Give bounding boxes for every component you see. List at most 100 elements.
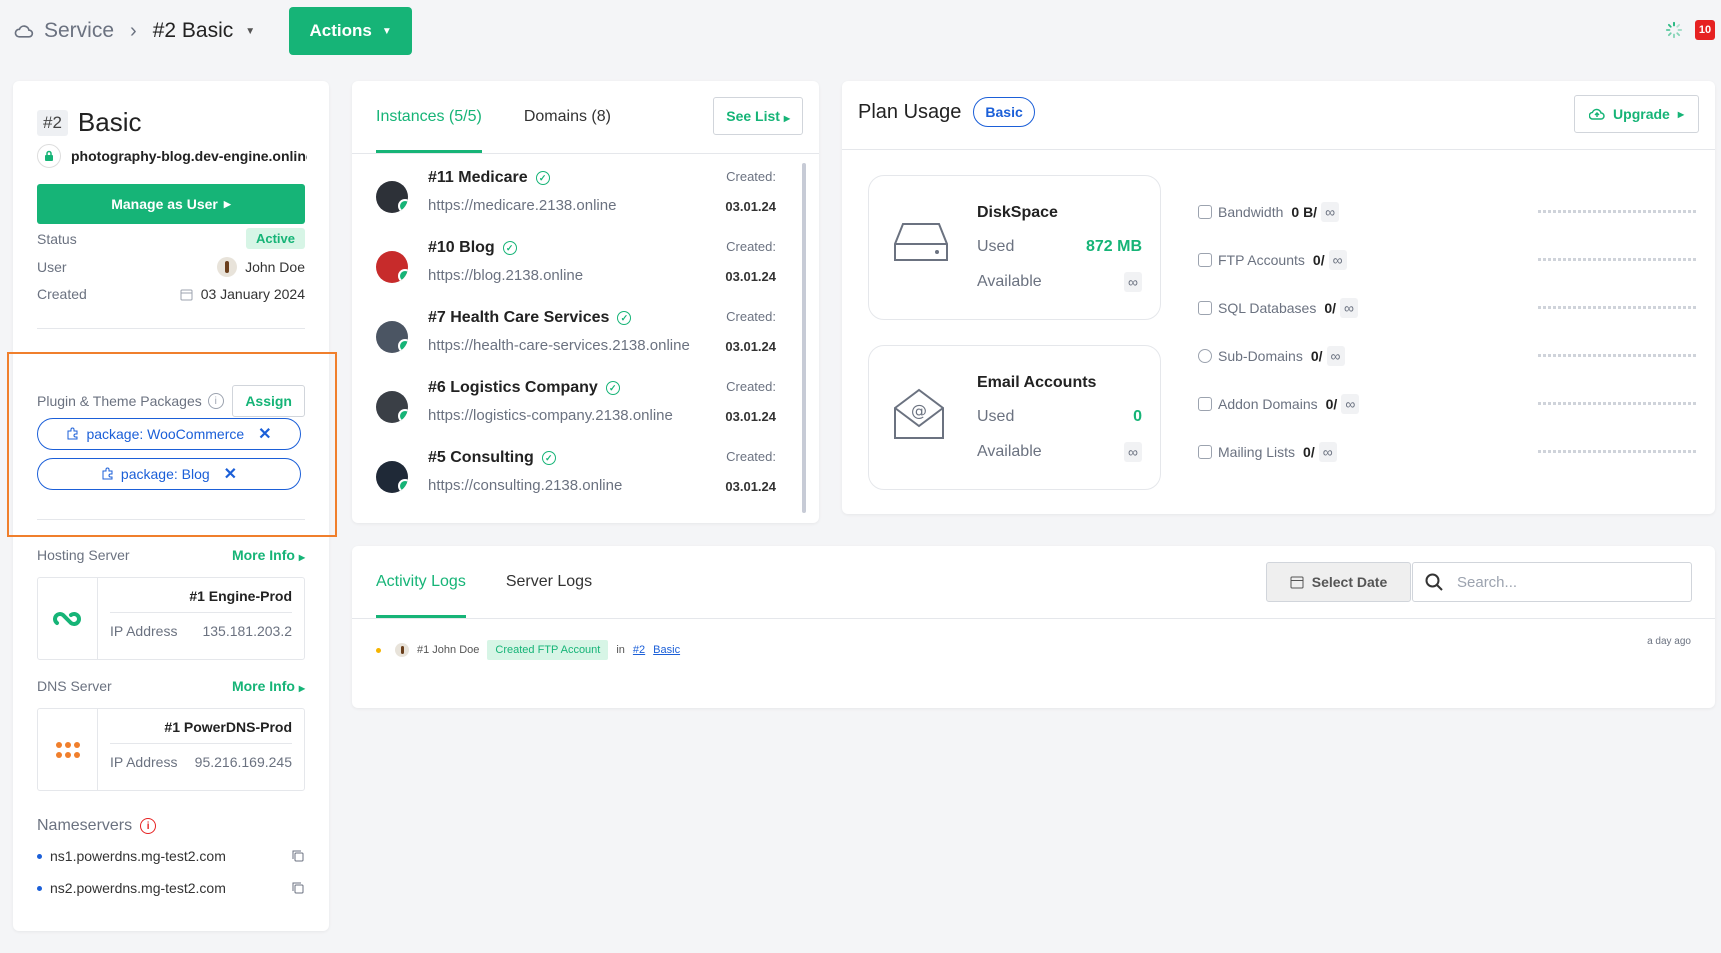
powerdns-logo-icon [38, 709, 98, 790]
dns-server-card[interactable]: #1 PowerDNS-Prod IP Address 95.216.169.24… [37, 708, 305, 791]
status-label: Status [37, 230, 77, 247]
instance-url[interactable]: https://logistics-company.2138.online [428, 407, 703, 424]
diskspace-card: DiskSpace Used 872 MB Available ∞ [868, 175, 1161, 320]
user-name[interactable]: John Doe [245, 259, 305, 275]
service-domain[interactable]: photography-blog.dev-engine.online [37, 144, 307, 168]
instance-row[interactable]: #11 Medicare ✓ https://medicare.2138.onli… [376, 169, 776, 229]
created-label: Created: [726, 449, 776, 464]
puzzle-icon [102, 467, 113, 480]
more-info-link[interactable]: More Info ▶ [232, 547, 305, 563]
package-pill-woocommerce[interactable]: package: WooCommerce ✕ [37, 418, 301, 450]
created-row: Created 03 January 2024 [37, 286, 305, 302]
actions-button[interactable]: Actions ▼ [289, 7, 413, 55]
bullet-icon [37, 853, 42, 859]
tab-activity-logs[interactable]: Activity Logs [376, 546, 466, 618]
assign-button[interactable]: Assign [232, 385, 305, 417]
logs-panel: Activity Logs Server Logs Select Date #1… [352, 546, 1715, 708]
instance-date: 03.01.24 [725, 269, 776, 284]
instance-url[interactable]: https://health-care-services.2138.online [428, 337, 703, 354]
hosting-server-name: #1 Engine-Prod [110, 588, 292, 613]
close-icon[interactable]: ✕ [258, 424, 271, 444]
manage-as-user-button[interactable]: Manage as User ▶ [37, 184, 305, 224]
scrollbar[interactable] [802, 163, 806, 513]
tab-instances[interactable]: Instances (5/5) [376, 81, 482, 153]
breadcrumb-service[interactable]: Service [44, 19, 114, 43]
check-circle-icon: ✓ [605, 381, 620, 395]
mail-icon [1198, 445, 1212, 459]
divider [37, 519, 305, 520]
instance-row[interactable]: #10 Blog ✓ https://blog.2138.online Creat… [376, 239, 776, 299]
log-user[interactable]: #1 John Doe [417, 644, 479, 656]
created-label: Created: [726, 169, 776, 184]
instance-title[interactable]: #10 Blog [428, 239, 495, 257]
puzzle-icon [67, 427, 78, 440]
info-icon[interactable]: i [207, 393, 224, 409]
see-list-button[interactable]: See List ▶ [713, 97, 803, 135]
metric-label: Bandwidth [1218, 204, 1284, 220]
usage-bar [1538, 306, 1698, 309]
hosting-server-card[interactable]: #1 Engine-Prod IP Address 135.181.203.2 [37, 577, 305, 660]
instance-title[interactable]: #11 Medicare [428, 169, 528, 187]
nameserver-value: ns2.powerdns.mg-test2.com [50, 880, 226, 896]
more-info-link[interactable]: More Info ▶ [232, 678, 305, 694]
instance-title[interactable]: #5 Consulting [428, 449, 534, 467]
notification-badge[interactable]: 10 [1695, 20, 1715, 40]
instance-title[interactable]: #7 Health Care Services [428, 309, 609, 327]
infinity-icon: ∞ [1321, 202, 1340, 222]
infinity-icon: ∞ [1341, 394, 1360, 414]
created-label: Created: [726, 309, 776, 324]
nameservers-header: Nameservers i [37, 817, 157, 835]
upgrade-button[interactable]: Upgrade ▶ [1574, 95, 1699, 133]
instance-url[interactable]: https://blog.2138.online [428, 267, 703, 284]
instance-row[interactable]: #6 Logistics Company ✓ https://logistics-… [376, 379, 776, 439]
metric-value: 0/ [1312, 252, 1325, 268]
available-label: Available [977, 443, 1042, 460]
chevron-right-icon: › [130, 19, 137, 42]
instance-thumbnail [376, 181, 408, 213]
instances-panel: Instances (5/5) Domains (8) See List ▶ #… [352, 81, 819, 523]
instance-row[interactable]: #5 Consulting ✓ https://consulting.2138.o… [376, 449, 776, 509]
instance-date: 03.01.24 [725, 199, 776, 214]
metric-value: 0/ [1303, 444, 1315, 460]
close-icon[interactable]: ✕ [224, 464, 237, 484]
breadcrumb-current[interactable]: #2 Basic [153, 19, 234, 43]
instance-url[interactable]: https://consulting.2138.online [428, 477, 703, 494]
folder-icon [1198, 397, 1212, 411]
copy-icon[interactable] [291, 881, 305, 895]
caret-right-icon: ▶ [298, 684, 305, 693]
tab-server-logs[interactable]: Server Logs [506, 546, 592, 618]
created-label: Created: [726, 379, 776, 394]
status-row: Status Active [37, 228, 305, 249]
log-ref-number[interactable]: #2 [633, 644, 645, 656]
lock-icon [37, 144, 61, 168]
service-title: #2 Basic [37, 107, 142, 138]
instance-row[interactable]: #7 Health Care Services ✓ https://health-… [376, 309, 776, 369]
created-label: Created [37, 286, 87, 302]
usage-bar [1538, 258, 1698, 261]
metric-label: FTP Accounts [1218, 252, 1305, 268]
search-box [1412, 562, 1692, 602]
select-date-button[interactable]: Select Date [1266, 562, 1411, 602]
lock-icon [398, 339, 408, 353]
instance-url[interactable]: https://medicare.2138.online [428, 197, 703, 214]
used-label: Used [977, 408, 1015, 425]
log-ref-name[interactable]: Basic [653, 644, 680, 656]
log-action-badge: Created FTP Account [487, 640, 609, 660]
status-badge: Active [245, 228, 305, 249]
diskspace-name: DiskSpace [977, 204, 1058, 221]
infinity-icon: ∞ [1124, 442, 1142, 462]
check-circle-icon: ✓ [502, 241, 517, 255]
info-icon[interactable]: i [140, 818, 157, 834]
instance-title[interactable]: #6 Logistics Company [428, 379, 598, 397]
infinity-icon: ∞ [1124, 272, 1142, 292]
metric-value: 0 B/ [1291, 204, 1318, 220]
globe-icon [1198, 349, 1212, 363]
package-pill-blog[interactable]: package: Blog ✕ [37, 458, 301, 490]
tab-domains[interactable]: Domains (8) [524, 81, 611, 153]
caret-down-icon[interactable]: ▼ [245, 26, 255, 37]
plan-header: Plan Usage Basic [858, 97, 1035, 127]
copy-icon[interactable] [291, 849, 305, 863]
instance-thumbnail [376, 251, 408, 283]
search-input[interactable] [1457, 573, 1657, 591]
infinity-icon: ∞ [1340, 298, 1358, 318]
